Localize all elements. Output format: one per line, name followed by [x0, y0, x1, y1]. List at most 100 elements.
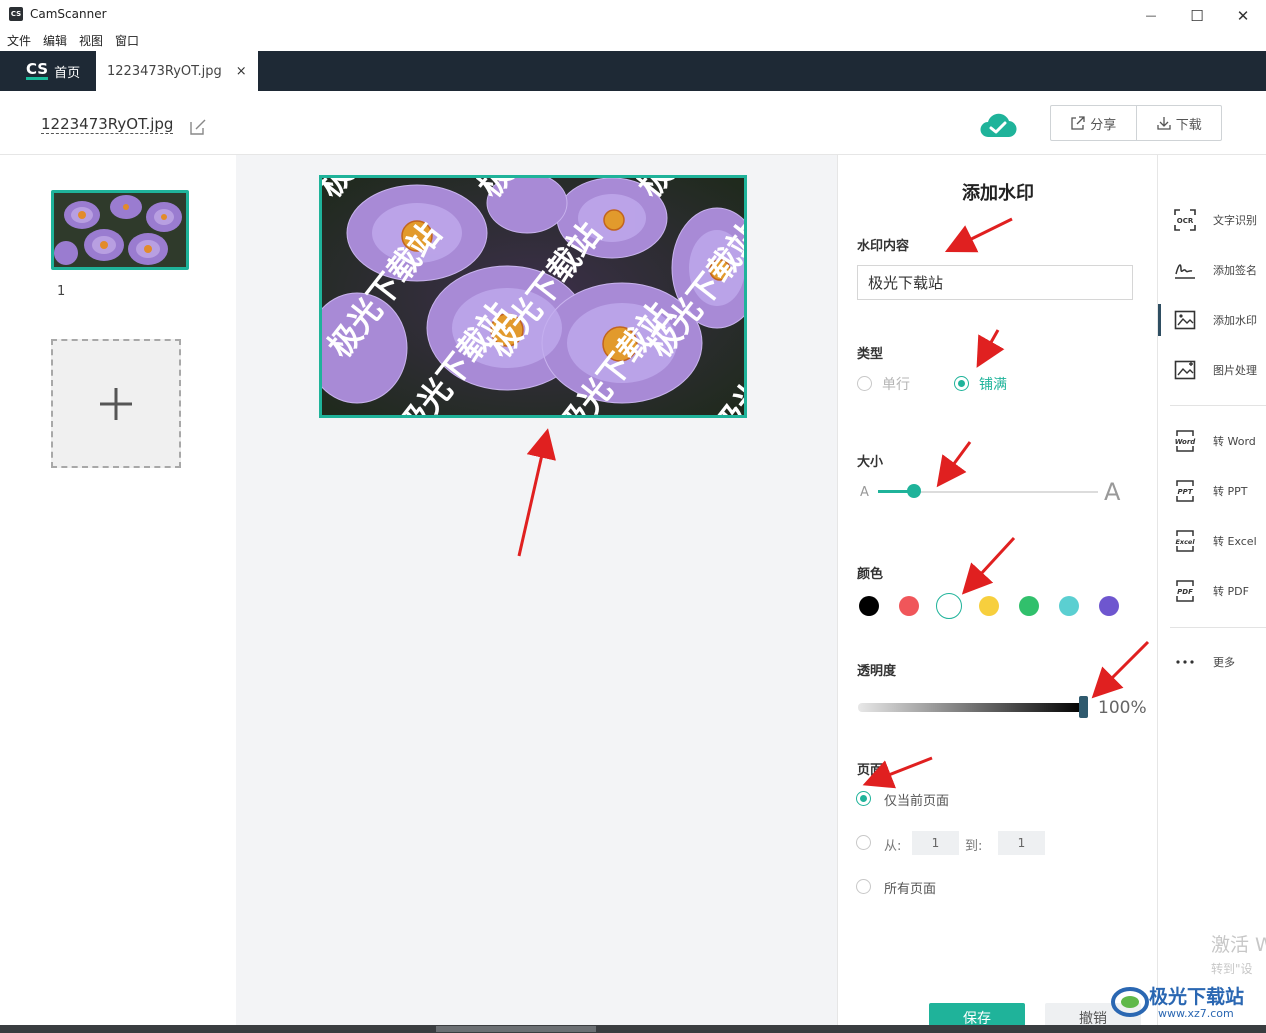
add-page-button[interactable] — [51, 339, 181, 468]
size-slider-handle[interactable] — [907, 484, 921, 498]
tab-file[interactable]: 1223473RyOT.jpg × — [96, 51, 258, 91]
app-logo: CS — [9, 7, 23, 21]
page-current-radio[interactable] — [856, 791, 871, 806]
document-header: 1223473RyOT.jpg 分享 下载 — [0, 91, 1266, 155]
watermark-icon — [1174, 310, 1196, 330]
page-to-input[interactable]: 1 — [998, 831, 1045, 855]
tab-file-label: 1223473RyOT.jpg — [107, 63, 222, 79]
tool-divider — [1170, 405, 1266, 406]
page-to-label: 到: — [965, 839, 983, 854]
cs-logo: CS — [26, 60, 49, 80]
type-tile-radio[interactable] — [954, 376, 969, 391]
color-swatch[interactable] — [1059, 596, 1079, 616]
color-label: 颜色 — [857, 567, 884, 582]
minimize-button[interactable]: — — [1128, 0, 1174, 31]
color-swatch[interactable] — [979, 596, 999, 616]
color-swatch[interactable] — [859, 596, 879, 616]
content-label: 水印内容 — [857, 239, 910, 254]
opacity-value: 100% — [1098, 698, 1147, 718]
type-single-label: 单行 — [882, 377, 910, 393]
size-small-label: A — [860, 485, 869, 500]
pdf-icon: PDF — [1176, 580, 1194, 602]
close-button[interactable]: ✕ — [1220, 0, 1266, 31]
tool-to-ppt-label: 转 PPT — [1213, 485, 1248, 498]
svg-text:PPT: PPT — [1177, 488, 1193, 496]
tool-watermark-label: 添加水印 — [1213, 314, 1257, 327]
svg-text:OCR: OCR — [1177, 217, 1194, 225]
share-download-group: 分享 下载 — [1050, 105, 1222, 141]
tool-to-ppt[interactable]: PPT 转 PPT — [1158, 471, 1266, 511]
tool-to-word[interactable]: Word 转 Word — [1158, 421, 1266, 461]
share-button[interactable]: 分享 — [1051, 106, 1136, 140]
svg-text:Word: Word — [1175, 438, 1196, 446]
document-name[interactable]: 1223473RyOT.jpg — [41, 115, 174, 134]
tool-to-excel-label: 转 Excel — [1213, 535, 1257, 548]
tool-to-word-label: 转 Word — [1213, 435, 1256, 448]
color-swatch[interactable] — [936, 593, 962, 619]
scrollbar-thumb[interactable] — [436, 1026, 596, 1032]
color-swatch[interactable] — [1019, 596, 1039, 616]
menu-view[interactable]: 视图 — [79, 31, 103, 51]
color-swatch[interactable] — [1099, 596, 1119, 616]
tool-ocr-label: 文字识别 — [1213, 214, 1257, 227]
maximize-button[interactable]: ☐ — [1174, 0, 1220, 31]
color-swatch[interactable] — [899, 596, 919, 616]
maximize-icon: ☐ — [1190, 6, 1204, 25]
tab-close-icon[interactable]: × — [236, 64, 247, 79]
page-all-label: 所有页面 — [884, 882, 937, 897]
download-button[interactable]: 下载 — [1135, 106, 1222, 140]
opacity-slider-track[interactable] — [858, 703, 1084, 712]
tool-image-process[interactable]: 图片处理 — [1158, 350, 1266, 390]
page-label: 页面 — [857, 763, 884, 778]
bottom-scrollbar[interactable] — [0, 1025, 1266, 1033]
svg-text:PDF: PDF — [1177, 588, 1193, 596]
size-large-label: A — [1104, 478, 1121, 506]
title-bar: CS CamScanner — ☐ ✕ — [0, 0, 1266, 31]
watermark-content-input[interactable] — [857, 265, 1133, 300]
tool-to-pdf-label: 转 PDF — [1213, 585, 1249, 598]
tab-home[interactable]: CS 首页 — [0, 51, 95, 91]
menu-bar: 文件 编辑 视图 窗口 — [0, 31, 1266, 51]
tool-to-pdf[interactable]: PDF 转 PDF — [1158, 571, 1266, 611]
tool-watermark[interactable]: 添加水印 — [1158, 300, 1266, 340]
ppt-icon: PPT — [1176, 480, 1194, 502]
minimize-icon: — — [1145, 9, 1157, 22]
share-label: 分享 — [1090, 117, 1117, 133]
type-single-radio[interactable] — [857, 376, 872, 391]
menu-window[interactable]: 窗口 — [115, 31, 139, 51]
page-from-input[interactable]: 1 — [912, 831, 959, 855]
page-number: 1 — [57, 284, 66, 299]
preview-canvas: 极光下载站 极光下载站 极光下载站 极光下载站 极光下载站 极光下载站 极光下载… — [236, 155, 837, 1025]
tool-to-excel[interactable]: Excel 转 Excel — [1158, 521, 1266, 561]
tab-bar: CS 首页 1223473RyOT.jpg × — [0, 51, 1266, 91]
flower-photo: 极光下载站 极光下载站 极光下载站 极光下载站 极光下载站 极光下载站 极光下载… — [322, 178, 744, 415]
signature-icon — [1175, 264, 1195, 279]
edit-icon[interactable] — [189, 118, 207, 136]
tool-signature[interactable]: 添加签名 — [1158, 250, 1266, 290]
page-all-radio[interactable] — [856, 879, 871, 894]
image-process-icon — [1174, 360, 1196, 380]
panel-title: 添加水印 — [962, 183, 1034, 204]
word-icon: Word — [1175, 430, 1196, 452]
size-label: 大小 — [857, 455, 884, 470]
page-from-label: 从: — [884, 839, 902, 854]
page-thumbnail[interactable] — [51, 190, 189, 270]
cloud-sync-icon — [980, 113, 1017, 138]
tool-ocr[interactable]: OCR 文字识别 — [1158, 200, 1266, 240]
tool-more-label: 更多 — [1213, 656, 1235, 669]
menu-file[interactable]: 文件 — [7, 31, 31, 51]
tab-home-label: 首页 — [54, 65, 81, 81]
menu-edit[interactable]: 编辑 — [43, 31, 67, 51]
tool-divider — [1170, 627, 1266, 628]
tool-image-process-label: 图片处理 — [1213, 364, 1257, 377]
plus-icon — [100, 387, 132, 420]
windows-activation-text: 激活 W — [1211, 934, 1266, 956]
windows-activation-subtext: 转到"设 — [1211, 962, 1253, 976]
tool-rail: OCR 文字识别 添加签名 添加水印 图片处理 Word 转 Word PPT … — [1157, 155, 1266, 1025]
excel-icon: Excel — [1175, 530, 1195, 552]
svg-text:Excel: Excel — [1175, 538, 1195, 546]
opacity-slider-handle[interactable] — [1079, 696, 1088, 718]
page-range-radio[interactable] — [856, 835, 871, 850]
watermarked-image-preview[interactable]: 极光下载站 极光下载站 极光下载站 极光下载站 极光下载站 极光下载站 极光下载… — [319, 175, 747, 418]
tool-more[interactable]: 更多 — [1158, 642, 1266, 682]
